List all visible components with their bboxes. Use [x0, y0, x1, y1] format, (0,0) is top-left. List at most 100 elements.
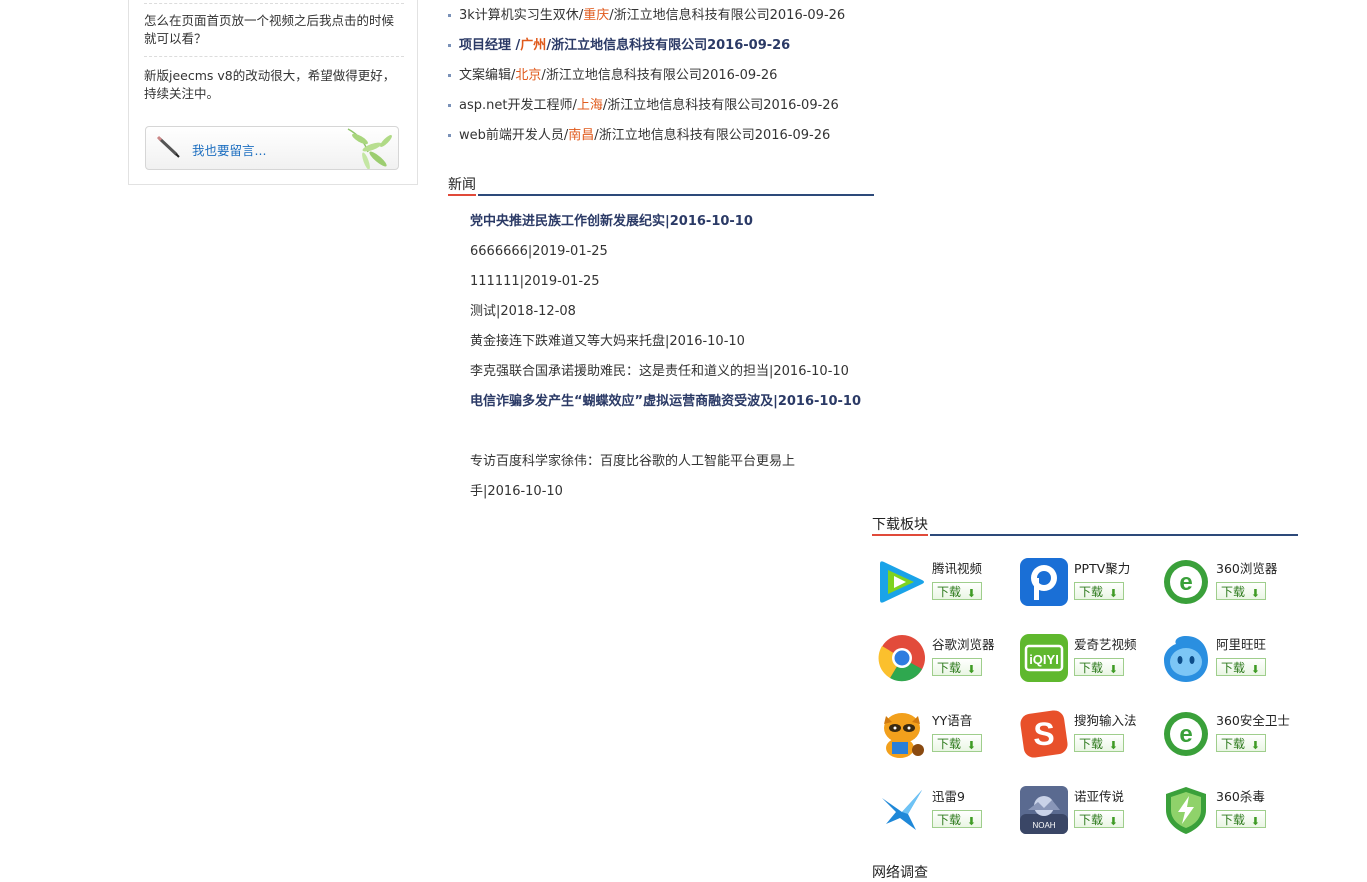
job-title: 项目经理	[459, 38, 512, 53]
download-label: 下载	[1079, 661, 1104, 675]
job-city: 南昌	[568, 128, 595, 143]
xunlei-icon[interactable]	[876, 784, 928, 836]
download-button[interactable]: 下载 ⬇	[932, 658, 982, 676]
download-button[interactable]: 下载 ⬇	[932, 734, 982, 752]
360-antivirus-icon[interactable]	[1160, 784, 1212, 836]
download-item: iQIYI 爱奇艺视频 下载 ⬇	[1014, 632, 1154, 688]
download-label: 下载	[1221, 813, 1246, 827]
download-arrow-icon: ⬇	[966, 663, 976, 676]
job-city: 重庆	[583, 8, 610, 23]
download-label: 下载	[937, 585, 962, 599]
job-date: 2016-09-26	[701, 68, 778, 83]
separator: /	[511, 38, 521, 53]
list-bullet	[448, 14, 451, 17]
pptv-icon[interactable]	[1018, 556, 1070, 608]
job-date: 2016-09-26	[769, 8, 846, 23]
job-date: 2016-09-26	[707, 38, 791, 53]
download-button[interactable]: 下载 ⬇	[1216, 582, 1266, 600]
leave-message-label: 我也要留言...	[192, 143, 267, 158]
download-arrow-icon: ⬇	[1250, 739, 1260, 752]
job-listing[interactable]: 项目经理 /广州/浙江立地信息科技有限公司2016-09-26	[448, 31, 790, 61]
download-label: 下载	[937, 813, 962, 827]
news-item[interactable]: 测试|2018-12-08	[470, 297, 870, 327]
download-arrow-icon: ⬇	[1250, 663, 1260, 676]
message-board-panel: 怎么在页面首页放一个视频之后我点击的时候就可以看？ 新版jeecms v8的改动…	[128, 0, 418, 185]
download-arrow-icon: ⬇	[966, 815, 976, 828]
noah-legend-icon[interactable]: NOAH	[1018, 784, 1070, 836]
download-label: 下载	[937, 661, 962, 675]
bamboo-leaf-decoration	[347, 128, 392, 169]
app-name: YY语音	[932, 713, 973, 728]
app-name: 诺亚传说	[1074, 789, 1125, 804]
svg-text:S: S	[1033, 716, 1054, 752]
download-label: 下载	[1221, 661, 1246, 675]
app-name: PPTV聚力	[1074, 561, 1131, 576]
download-item: e 360浏览器 下载 ⬇	[1156, 556, 1296, 612]
job-title: web前端开发人员	[459, 128, 564, 143]
chrome-icon[interactable]	[876, 632, 928, 684]
download-item: 迅雷9 下载 ⬇	[872, 784, 1012, 840]
leave-message-button[interactable]: 我也要留言...	[145, 126, 399, 170]
iqiyi-icon[interactable]: iQIYI	[1018, 632, 1070, 684]
list-bullet	[448, 104, 451, 107]
job-company: 浙江立地信息科技有限公司	[551, 38, 708, 53]
heading-rule	[478, 194, 874, 196]
app-name: 腾讯视频	[932, 561, 983, 576]
news-item[interactable]: 党中央推进民族工作创新发展纪实|2016-10-10	[470, 207, 870, 237]
list-bullet	[448, 74, 451, 77]
job-company: 浙江立地信息科技有限公司	[607, 98, 764, 113]
news-section-heading: 新闻	[448, 174, 874, 196]
news-item[interactable]: 黄金接连下跌难道又等大妈来托盘|2016-10-10	[470, 327, 870, 357]
job-listing[interactable]: asp.net开发工程师/上海/浙江立地信息科技有限公司2016-09-26	[448, 91, 839, 121]
download-button[interactable]: 下载 ⬇	[932, 810, 982, 828]
360-browser-icon[interactable]: e	[1160, 556, 1212, 608]
download-item: 谷歌浏览器 下载 ⬇	[872, 632, 1012, 688]
app-name: 360安全卫士	[1216, 713, 1290, 728]
download-button[interactable]: 下载 ⬇	[1074, 658, 1124, 676]
job-listing[interactable]: 文案编辑/北京/浙江立地信息科技有限公司2016-09-26	[448, 61, 777, 91]
download-arrow-icon: ⬇	[1250, 815, 1260, 828]
job-listing[interactable]: 3k计算机实习生双休/重庆/浙江立地信息科技有限公司2016-09-26	[448, 1, 845, 31]
job-title: asp.net开发工程师	[459, 98, 573, 113]
download-item: 阿里旺旺 下载 ⬇	[1156, 632, 1296, 688]
download-button[interactable]: 下载 ⬇	[1216, 734, 1266, 752]
survey-section-title[interactable]: 网络调查	[872, 862, 928, 882]
download-arrow-icon: ⬇	[966, 587, 976, 600]
news-item[interactable]: 专访百度科学家徐伟：百度比谷歌的人工智能平台更易上手|2016-10-10	[470, 447, 830, 507]
job-company: 浙江立地信息科技有限公司	[598, 128, 755, 143]
download-button[interactable]: 下载 ⬇	[1074, 810, 1124, 828]
download-button[interactable]: 下载 ⬇	[932, 582, 982, 600]
download-label: 下载	[1079, 813, 1104, 827]
job-date: 2016-09-26	[754, 128, 831, 143]
download-button[interactable]: 下载 ⬇	[1074, 734, 1124, 752]
app-name: 360浏览器	[1216, 561, 1278, 576]
360-safe-icon[interactable]: e	[1160, 708, 1212, 760]
news-section-title[interactable]: 新闻	[448, 174, 476, 194]
news-item[interactable]: 电信诈骗多发产生“蝴蝶效应”虚拟运营商融资受波及|2016-10-10	[470, 387, 865, 417]
news-item[interactable]: 6666666|2019-01-25	[470, 237, 870, 267]
news-item[interactable]: 李克强联合国承诺援助难民：这是责任和道义的担当|2016-10-10	[470, 357, 870, 387]
news-item[interactable]: 111111|2019-01-25	[470, 267, 870, 297]
aliwangwang-icon[interactable]	[1160, 632, 1212, 684]
download-label: 下载	[1221, 585, 1246, 599]
download-button[interactable]: 下载 ⬇	[1074, 582, 1124, 600]
faq-item[interactable]: 怎么在页面首页放一个视频之后我点击的时候就可以看？	[144, 12, 406, 48]
tencent-video-icon[interactable]	[876, 556, 928, 608]
svg-text:iQIYI: iQIYI	[1029, 652, 1059, 667]
svg-text:e: e	[1179, 721, 1192, 748]
faq-item[interactable]: 新版jeecms v8的改动很大，希望做得更好，持续关注中。	[144, 67, 406, 103]
job-company: 浙江立地信息科技有限公司	[613, 8, 770, 23]
app-name: 谷歌浏览器	[932, 637, 995, 652]
download-button[interactable]: 下载 ⬇	[1216, 810, 1266, 828]
download-label: 下载	[1079, 585, 1104, 599]
job-listing[interactable]: web前端开发人员/南昌/浙江立地信息科技有限公司2016-09-26	[448, 121, 830, 151]
download-button[interactable]: 下载 ⬇	[1216, 658, 1266, 676]
app-name: 阿里旺旺	[1216, 637, 1267, 652]
download-arrow-icon: ⬇	[1108, 815, 1118, 828]
downloads-section-title[interactable]: 下载板块	[872, 514, 928, 534]
yy-voice-icon[interactable]	[876, 708, 928, 760]
download-item: 360杀毒 下载 ⬇	[1156, 784, 1296, 840]
svg-text:NOAH: NOAH	[1032, 821, 1055, 830]
sogou-ime-icon[interactable]: S	[1018, 708, 1070, 760]
download-label: 下载	[1079, 737, 1104, 751]
